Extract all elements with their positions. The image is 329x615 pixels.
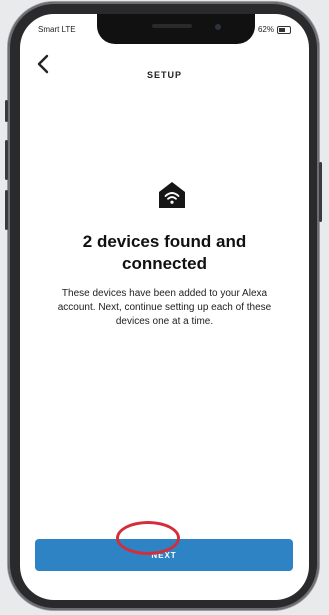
result-headline: 2 devices found and connected — [82, 232, 247, 273]
carrier-label: Smart LTE — [38, 25, 76, 34]
mute-switch — [5, 100, 8, 122]
next-button[interactable]: NEXT — [35, 539, 293, 571]
status-indicators: 62% — [258, 25, 291, 34]
power-button — [319, 162, 322, 222]
battery-icon — [277, 25, 291, 34]
notch — [97, 14, 255, 44]
result-description: These devices have been added to your Al… — [57, 288, 272, 327]
smart-home-wifi-icon — [159, 182, 185, 208]
battery-percentage: 62% — [257, 25, 274, 34]
volume-down-button — [5, 190, 8, 230]
front-camera — [215, 24, 221, 30]
speaker-grille — [152, 24, 192, 28]
volume-up-button — [5, 140, 8, 180]
page-title: SETUP — [146, 70, 182, 80]
app-screen: Smart LTE 62% SETUP 2 devices found and … — [20, 14, 309, 600]
